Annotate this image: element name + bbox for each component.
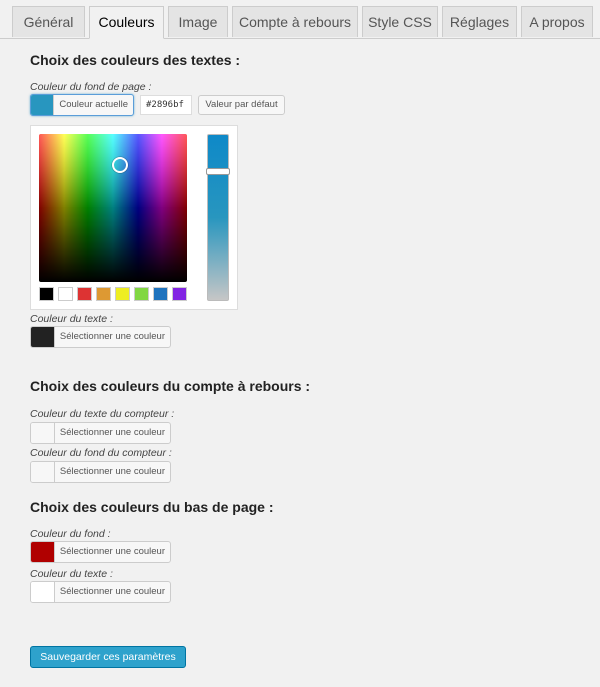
palette-swatch-yellow[interactable]	[115, 287, 130, 301]
color-palette	[39, 287, 187, 301]
palette-swatch-purple[interactable]	[172, 287, 187, 301]
page-bg-color-button[interactable]: Couleur actuelle	[30, 94, 134, 116]
color-swatch	[31, 423, 55, 443]
footer-text-color-button-label: Sélectionner une couleur	[59, 586, 165, 597]
color-picker-panel	[30, 125, 238, 310]
tab-settings[interactable]: Réglages	[442, 6, 517, 37]
tab-countdown[interactable]: Compte à rebours	[232, 6, 358, 37]
palette-swatch-black[interactable]	[39, 287, 54, 301]
tab-about[interactable]: A propos	[521, 6, 593, 37]
color-picker-strip-handle[interactable]	[206, 168, 230, 175]
color-swatch	[31, 542, 55, 562]
color-picker-square[interactable]	[39, 134, 187, 282]
tab-colors[interactable]: Couleurs	[89, 6, 164, 39]
default-value-button[interactable]: Valeur par défaut	[198, 95, 285, 115]
color-swatch	[31, 582, 55, 602]
color-picker-handle[interactable]	[112, 157, 128, 173]
save-settings-button[interactable]: Sauvegarder ces paramètres	[30, 646, 186, 668]
counter-bg-color-button[interactable]: Sélectionner une couleur	[30, 461, 171, 483]
footer-bg-color-button[interactable]: Sélectionner une couleur	[30, 541, 171, 563]
color-swatch	[31, 327, 55, 347]
text-color-label: Couleur du texte :	[30, 313, 113, 325]
settings-tabs: Général Couleurs Image Compte à rebours …	[0, 0, 600, 39]
palette-swatch-white[interactable]	[58, 287, 73, 301]
tab-general[interactable]: Général	[12, 6, 85, 37]
tab-css-style[interactable]: Style CSS	[362, 6, 438, 37]
text-color-button-label: Sélectionner une couleur	[59, 331, 165, 342]
palette-swatch-red[interactable]	[77, 287, 92, 301]
palette-swatch-orange[interactable]	[96, 287, 111, 301]
footer-bg-label: Couleur du fond :	[30, 528, 111, 540]
counter-bg-label: Couleur du fond du compteur :	[30, 447, 172, 459]
page-bg-label: Couleur du fond de page :	[30, 81, 152, 93]
section-title-texts: Choix des couleurs des textes :	[30, 52, 241, 68]
palette-swatch-green[interactable]	[134, 287, 149, 301]
counter-text-color-button[interactable]: Sélectionner une couleur	[30, 422, 171, 444]
color-swatch	[31, 95, 55, 115]
section-title-countdown: Choix des couleurs du compte à rebours :	[30, 378, 311, 394]
footer-text-label: Couleur du texte :	[30, 568, 113, 580]
tab-image[interactable]: Image	[168, 6, 228, 37]
page-bg-color-button-label: Couleur actuelle	[59, 99, 128, 110]
color-picker-strip[interactable]	[206, 134, 230, 301]
counter-text-label: Couleur du texte du compteur :	[30, 408, 175, 420]
footer-bg-color-button-label: Sélectionner une couleur	[59, 546, 165, 557]
palette-swatch-blue[interactable]	[153, 287, 168, 301]
counter-bg-color-button-label: Sélectionner une couleur	[59, 466, 165, 477]
section-title-footer: Choix des couleurs du bas de page :	[30, 499, 274, 515]
counter-text-color-button-label: Sélectionner une couleur	[59, 427, 165, 438]
footer-text-color-button[interactable]: Sélectionner une couleur	[30, 581, 171, 603]
color-swatch	[31, 462, 55, 482]
hex-color-input[interactable]: #2896bf	[140, 95, 192, 115]
text-color-button[interactable]: Sélectionner une couleur	[30, 326, 171, 348]
